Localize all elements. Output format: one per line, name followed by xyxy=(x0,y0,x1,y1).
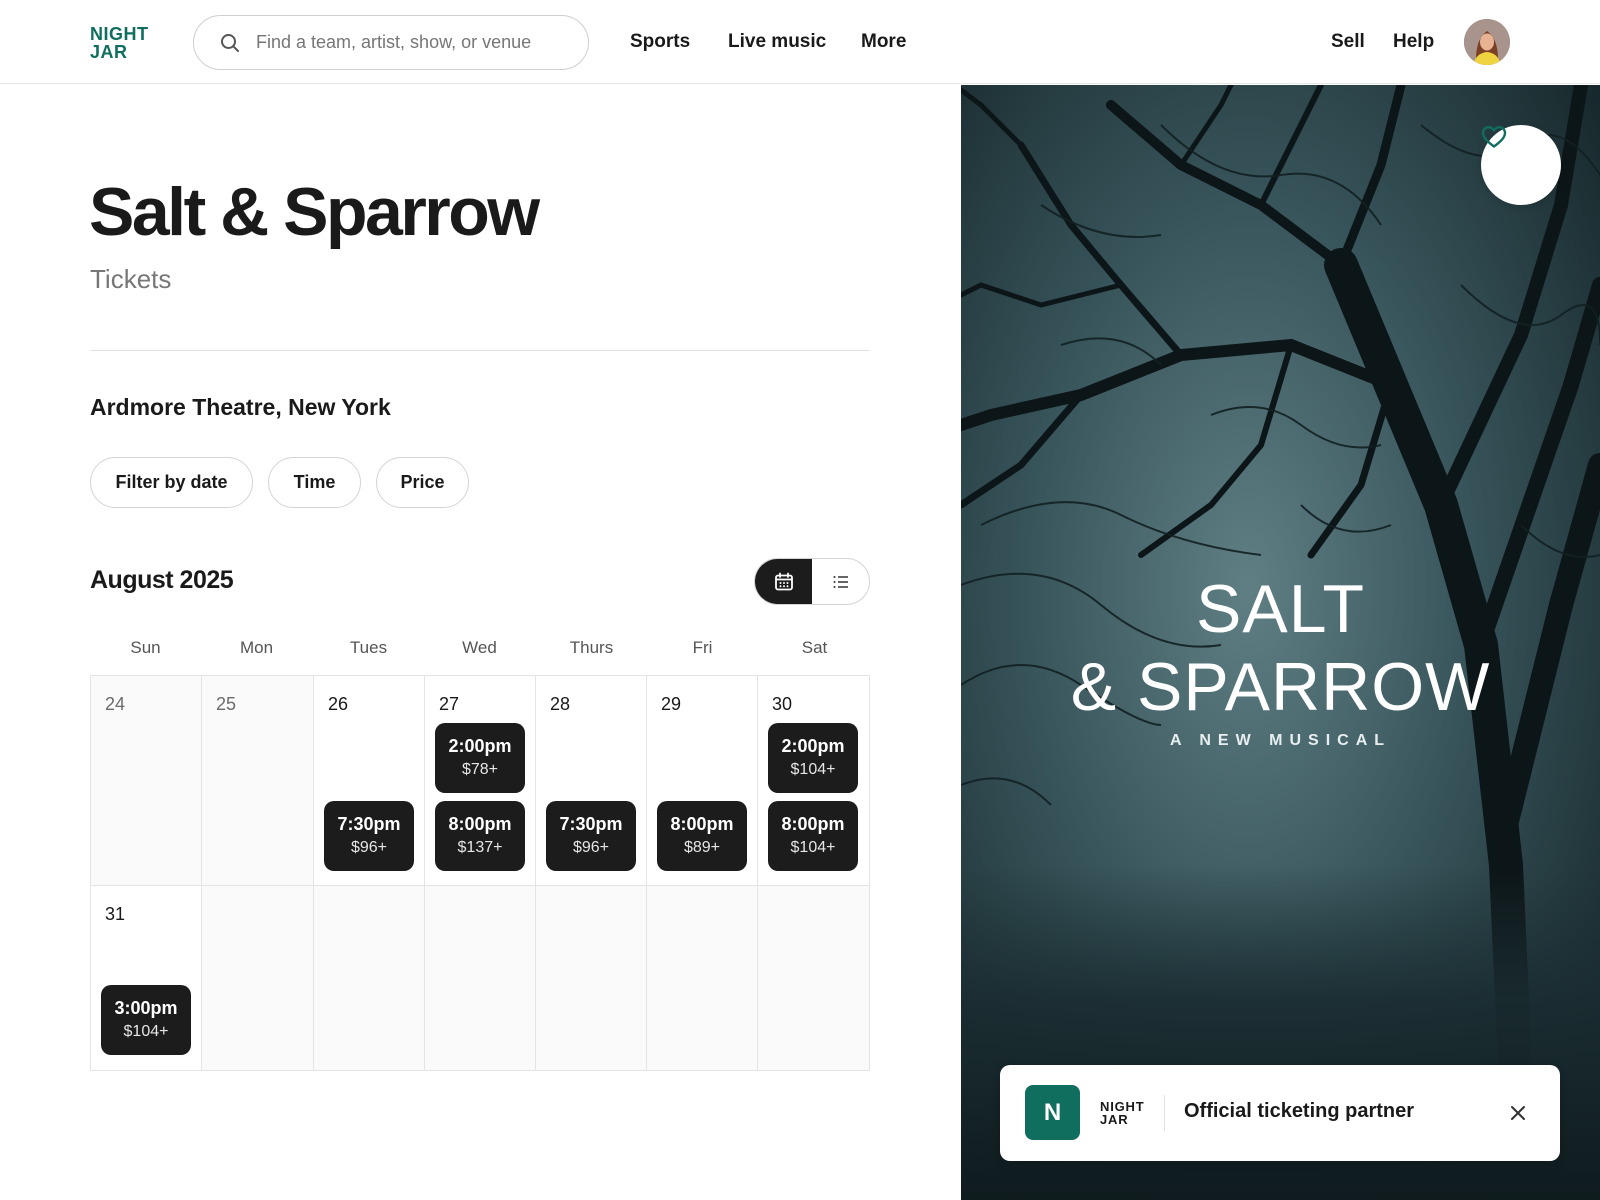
weekday-wed: Wed xyxy=(462,638,497,657)
slot-price: $104+ xyxy=(790,839,836,856)
top-header: NIGHT JAR Sports Live music More Sell He… xyxy=(0,0,1600,84)
slot-price: $104+ xyxy=(790,761,836,778)
showtime-slot[interactable]: 2:00pm $78+ xyxy=(435,723,525,793)
nav-more[interactable]: More xyxy=(861,31,906,53)
slot-time: 7:30pm xyxy=(337,814,401,834)
calendar-day-30: 30 2:00pm $104+ 8:00pm $104+ xyxy=(758,676,869,886)
weekday-thurs: Thurs xyxy=(569,638,614,657)
slot-time: 7:30pm xyxy=(559,814,623,834)
slot-price: $104+ xyxy=(123,1023,169,1040)
logo-line-1: NIGHT xyxy=(90,24,149,44)
calendar-grid: 24 25 26 7:30pm $96+ 27 2:00pm $78+ 8:00… xyxy=(90,675,870,1071)
logo-line-2: JAR xyxy=(90,42,128,62)
user-avatar[interactable] xyxy=(1464,19,1510,65)
calendar-day-28: 28 7:30pm $96+ xyxy=(536,676,647,886)
calendar-empty-cell xyxy=(314,886,425,1070)
search-bar[interactable] xyxy=(193,15,589,70)
day-number: 29 xyxy=(661,694,682,714)
weekday-fri: Fri xyxy=(692,638,713,657)
calendar-empty-cell xyxy=(202,886,314,1070)
view-toggle xyxy=(754,558,870,605)
showtime-slot[interactable]: 7:30pm $96+ xyxy=(546,801,636,871)
slot-price: $137+ xyxy=(457,839,503,856)
search-input[interactable] xyxy=(256,32,576,53)
hero-tagline: A NEW MUSICAL xyxy=(1169,732,1392,749)
calendar-day-24: 24 xyxy=(91,676,202,886)
search-icon xyxy=(221,33,239,52)
calendar-day-29: 29 8:00pm $89+ xyxy=(647,676,758,886)
day-number: 30 xyxy=(772,694,793,714)
calendar-icon xyxy=(774,572,793,590)
showtime-slot[interactable]: 8:00pm $89+ xyxy=(657,801,747,871)
partner-text: Official ticketing partner xyxy=(1184,1100,1415,1122)
nav-sell[interactable]: Sell xyxy=(1331,31,1365,53)
calendar-empty-cell xyxy=(647,886,758,1070)
nav-sports[interactable]: Sports xyxy=(630,31,690,53)
nightjar-logo[interactable]: NIGHT JAR xyxy=(90,25,149,61)
heart-icon xyxy=(1481,126,1507,148)
event-subtitle: Tickets xyxy=(90,264,172,294)
showtime-slot[interactable]: 8:00pm $104+ xyxy=(768,801,858,871)
price-filter-button[interactable]: Price xyxy=(376,457,469,508)
slot-time: 2:00pm xyxy=(781,736,845,756)
event-title: Salt & Sparrow xyxy=(89,174,540,250)
slot-time: 2:00pm xyxy=(448,736,512,756)
partner-badge: N xyxy=(1025,1085,1080,1140)
weekday-sun: Sun xyxy=(130,638,161,657)
calendar-month: August 2025 xyxy=(90,566,234,594)
showtime-slot[interactable]: 8:00pm $137+ xyxy=(435,801,525,871)
close-banner-button[interactable] xyxy=(1506,1101,1530,1125)
partner-logo-line-2: JAR xyxy=(1100,1112,1129,1127)
partner-logo: NIGHT JAR xyxy=(1100,1100,1144,1126)
partner-banner: N NIGHT JAR Official ticketing partner xyxy=(1000,1065,1560,1161)
weekday-tues: Tues xyxy=(349,638,388,657)
list-view-button[interactable] xyxy=(812,559,869,604)
favorite-button[interactable] xyxy=(1481,125,1561,205)
hero-title-line-1: SALT xyxy=(1195,571,1366,647)
showtime-slot[interactable]: 3:00pm $104+ xyxy=(101,985,191,1055)
showtime-slot[interactable]: 7:30pm $96+ xyxy=(324,801,414,871)
event-hero-image: SALT & SPARROW A NEW MUSICAL xyxy=(961,85,1600,1200)
section-divider xyxy=(90,350,870,351)
avatar-image xyxy=(1464,19,1510,65)
partner-separator xyxy=(1164,1095,1165,1131)
day-number: 28 xyxy=(550,694,571,714)
weekday-sat: Sat xyxy=(801,638,828,657)
calendar-empty-cell xyxy=(425,886,536,1070)
slot-time: 8:00pm xyxy=(781,814,845,834)
day-number: 24 xyxy=(105,694,126,714)
calendar-day-27: 27 2:00pm $78+ 8:00pm $137+ xyxy=(425,676,536,886)
day-number: 25 xyxy=(216,694,237,714)
slot-price: $89+ xyxy=(683,839,721,856)
weekday-mon: Mon xyxy=(239,638,274,657)
nav-live-music[interactable]: Live music xyxy=(728,31,826,53)
slot-price: $96+ xyxy=(572,839,610,856)
venue-name: Ardmore Theatre, New York xyxy=(90,394,391,420)
slot-time: 8:00pm xyxy=(448,814,512,834)
hero-title-line-2: & SPARROW xyxy=(1070,649,1491,725)
day-number: 31 xyxy=(105,904,126,924)
slot-price: $96+ xyxy=(350,839,388,856)
slot-time: 8:00pm xyxy=(670,814,734,834)
calendar-view-button[interactable] xyxy=(755,559,812,604)
calendar-day-25: 25 xyxy=(202,676,314,886)
day-number: 26 xyxy=(328,694,349,714)
list-icon xyxy=(833,575,848,588)
slot-price: $78+ xyxy=(461,761,499,778)
showtime-slot[interactable]: 2:00pm $104+ xyxy=(768,723,858,793)
filter-by-date-button[interactable]: Filter by date xyxy=(90,457,253,508)
close-icon xyxy=(1511,1106,1525,1120)
slot-time: 3:00pm xyxy=(114,998,178,1018)
calendar-empty-cell xyxy=(758,886,869,1070)
nav-help[interactable]: Help xyxy=(1393,31,1434,53)
calendar-day-31: 31 3:00pm $104+ xyxy=(91,886,202,1070)
time-filter-button[interactable]: Time xyxy=(268,457,361,508)
calendar-empty-cell xyxy=(536,886,647,1070)
day-number: 27 xyxy=(439,694,460,714)
calendar-day-26: 26 7:30pm $96+ xyxy=(314,676,425,886)
